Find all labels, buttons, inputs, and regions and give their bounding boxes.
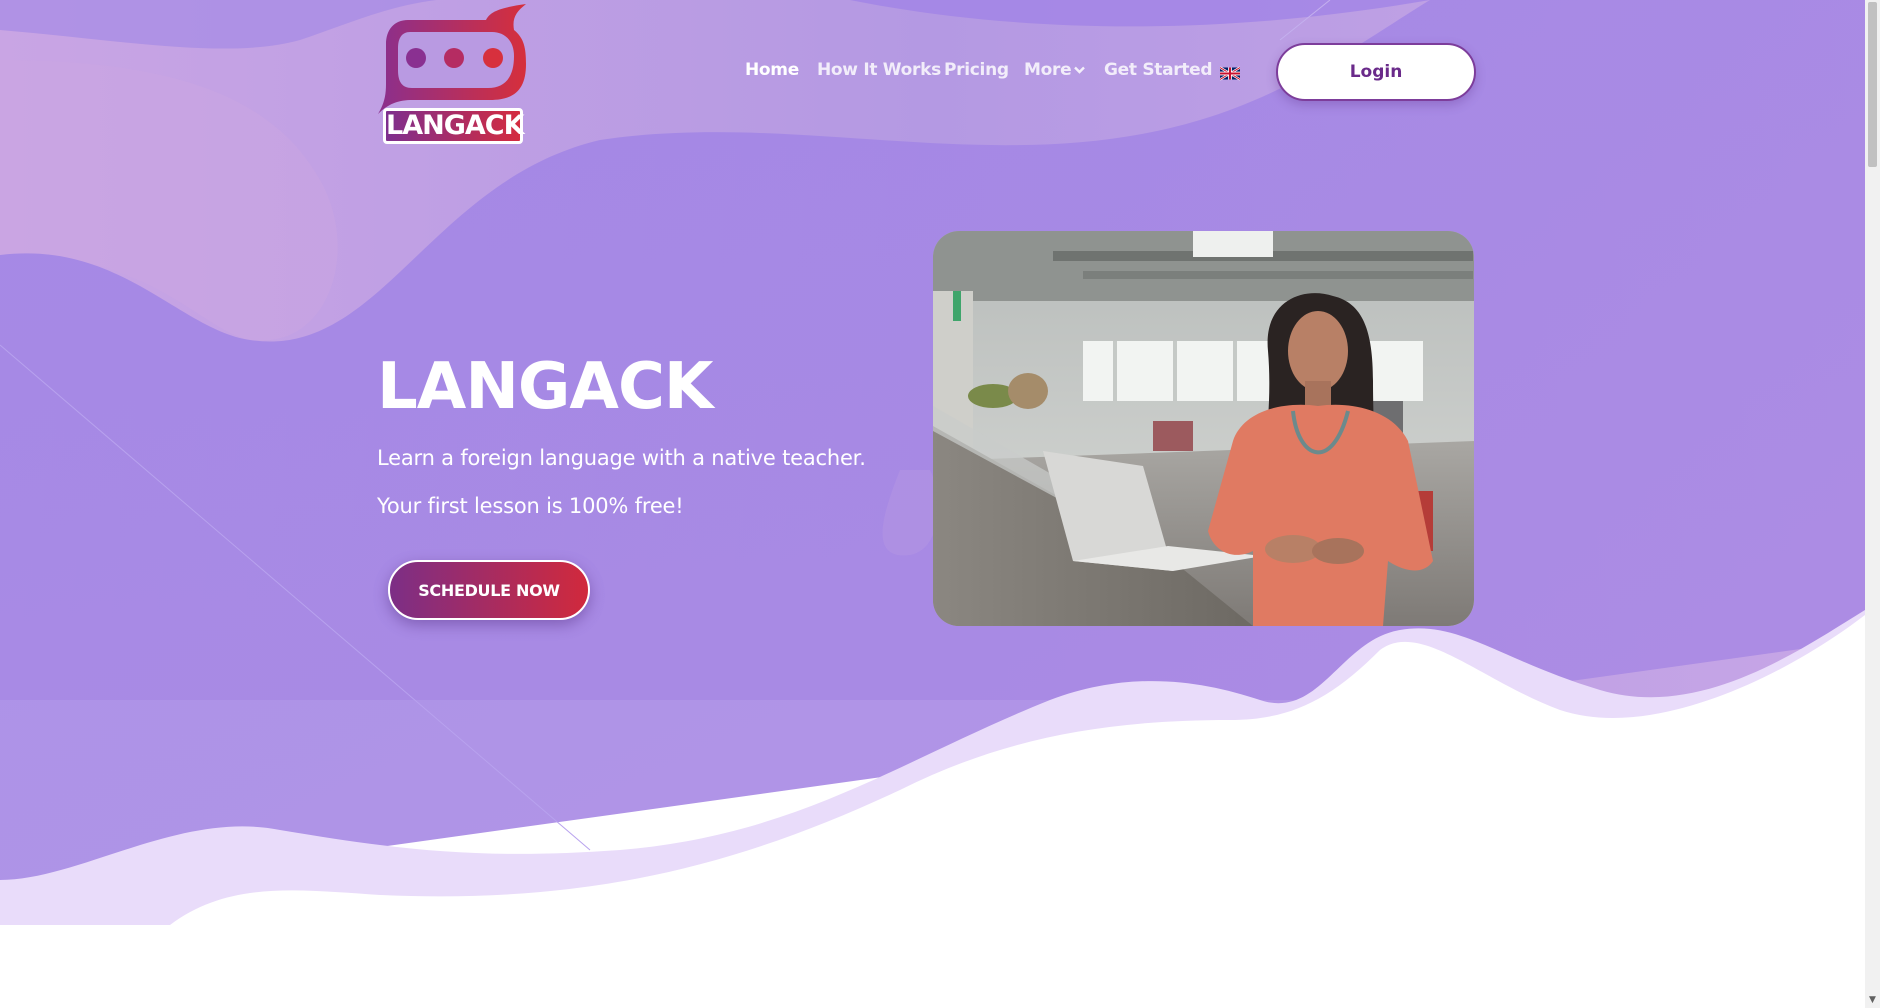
hero-teacher-photo [933,231,1474,626]
scrollbar-thumb[interactable] [1868,2,1877,167]
uk-flag-icon[interactable] [1220,66,1240,81]
hero-subtitle: Learn a foreign language with a native t… [377,446,866,470]
nav-item-more-label: More [1024,60,1072,80]
hero-title: LANGACK [377,350,713,424]
nav-item-how-it-works[interactable]: How It Works [817,60,941,80]
schedule-now-button[interactable]: SCHEDULE NOW [388,560,590,620]
chevron-down-icon [1074,66,1086,74]
nav-item-get-started[interactable]: Get Started [1104,60,1213,80]
vertical-scrollbar[interactable]: ▼ [1865,0,1880,1008]
nav-item-more[interactable]: More [1024,60,1086,80]
page: LANGACK Home How It Works Pricing More G… [0,0,1865,1008]
login-button[interactable]: Login [1276,43,1476,101]
logo-wordmark[interactable]: LANGACK [383,108,525,144]
nav-item-pricing[interactable]: Pricing [944,60,1009,80]
nav-item-home[interactable]: Home [745,60,799,80]
scroll-down-arrow-icon[interactable]: ▼ [1867,995,1878,1006]
hero-offer: Your first lesson is 100% free! [377,494,684,518]
